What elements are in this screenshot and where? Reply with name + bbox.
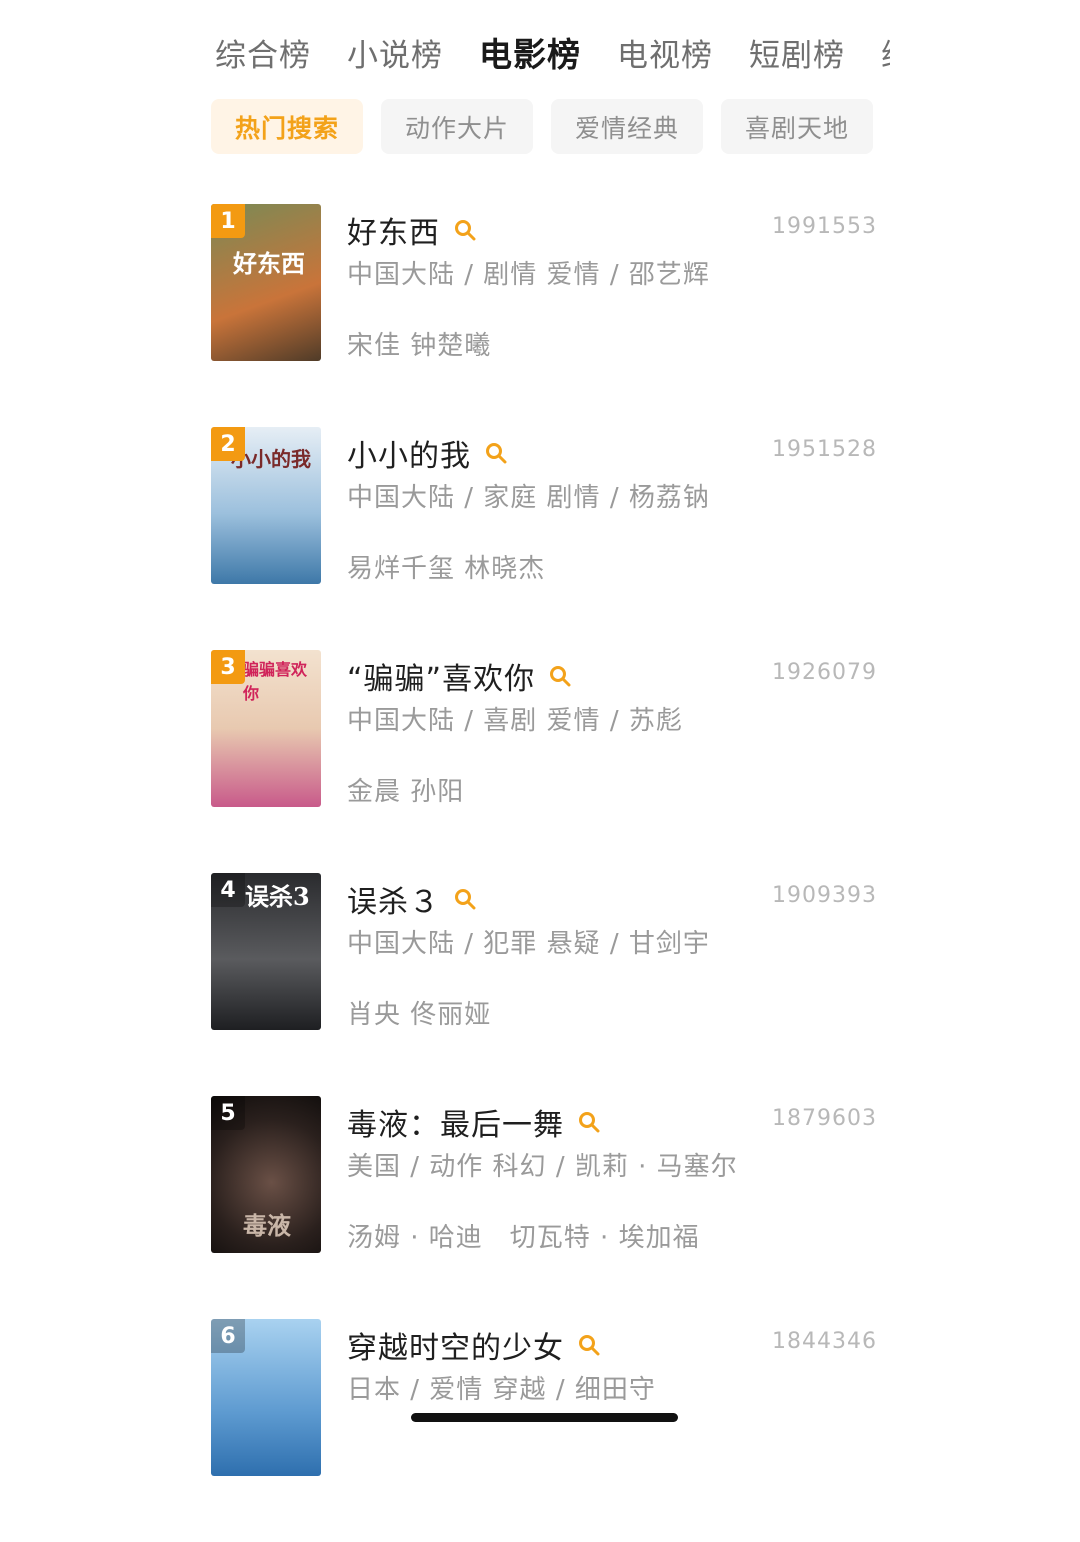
- rank-badge: 3: [211, 650, 245, 684]
- movie-poster[interactable]: 好东西 1: [211, 204, 321, 361]
- search-icon[interactable]: [485, 442, 507, 464]
- tab-movie[interactable]: 电影榜: [479, 28, 581, 76]
- movie-title-text: 小小的我: [347, 439, 471, 474]
- category-tabs: 综合榜 小说榜 电影榜 电视榜 短剧榜 综艺榜: [215, 24, 890, 80]
- movie-poster[interactable]: 骗骗喜欢你 3: [211, 650, 321, 807]
- movie-poster[interactable]: 6: [211, 1319, 321, 1476]
- search-icon[interactable]: [549, 665, 571, 687]
- poster-title-text: 毒液: [243, 1211, 291, 1240]
- list-item[interactable]: 误杀3 4 误杀３ 1909393 中国大陆 / 犯罪 悬疑 / 甘剑宇 肖央 …: [211, 873, 881, 1096]
- movie-title[interactable]: 小小的我: [347, 431, 507, 475]
- rank-badge: 4: [211, 873, 245, 907]
- list-item[interactable]: 毒液 5 毒液：最后一舞 1879603 美国 / 动作 科幻 / 凯莉 · 马…: [211, 1096, 881, 1319]
- home-indicator[interactable]: [411, 1413, 678, 1422]
- poster-title-text: 好东西: [233, 249, 305, 278]
- movie-title-text: 误杀３: [347, 885, 440, 920]
- movie-title[interactable]: 毒液：最后一舞: [347, 1100, 600, 1144]
- search-icon[interactable]: [454, 888, 476, 910]
- search-count: 1844346: [772, 1329, 877, 1354]
- movie-title-text: “骗骗”喜欢你: [347, 662, 536, 697]
- movie-title-text: 穿越时空的少女: [347, 1331, 564, 1366]
- movie-title-text: 毒液：最后一舞: [347, 1108, 564, 1143]
- movie-poster[interactable]: 毒液 5: [211, 1096, 321, 1253]
- chip-hot-search[interactable]: 热门搜索: [211, 99, 363, 154]
- movie-meta: 中国大陆 / 剧情 爱情 / 邵艺辉: [347, 260, 710, 290]
- movie-title-text: 好东西: [347, 216, 440, 251]
- rank-badge: 1: [211, 204, 245, 238]
- chip-comedy[interactable]: 喜剧天地: [721, 99, 873, 154]
- movie-actors: 肖央 佟丽娅: [347, 1000, 492, 1030]
- list-item[interactable]: 骗骗喜欢你 3 “骗骗”喜欢你 1926079 中国大陆 / 喜剧 爱情 / 苏…: [211, 650, 881, 873]
- movie-poster[interactable]: 误杀3 4: [211, 873, 321, 1030]
- movie-meta: 中国大陆 / 喜剧 爱情 / 苏彪: [347, 706, 683, 736]
- chip-romance[interactable]: 爱情经典: [551, 99, 703, 154]
- movie-title[interactable]: 好东西: [347, 208, 476, 252]
- movie-meta: 中国大陆 / 家庭 剧情 / 杨荔钠: [347, 483, 710, 513]
- search-count: 1926079: [772, 660, 877, 685]
- search-count: 1879603: [772, 1106, 877, 1131]
- movie-actors: 宋佳 钟楚曦: [347, 331, 492, 361]
- movie-actors: 易烊千玺 林晓杰: [347, 554, 546, 584]
- search-icon[interactable]: [454, 219, 476, 241]
- search-count: 1951528: [772, 437, 877, 462]
- list-item[interactable]: 小小的我 2 小小的我 1951528 中国大陆 / 家庭 剧情 / 杨荔钠 易…: [211, 427, 881, 650]
- movie-meta: 日本 / 爱情 穿越 / 细田守: [347, 1375, 656, 1405]
- movie-meta: 中国大陆 / 犯罪 悬疑 / 甘剑宇: [347, 929, 710, 959]
- search-count: 1909393: [772, 883, 877, 908]
- list-item[interactable]: 好东西 1 好东西 1991553 中国大陆 / 剧情 爱情 / 邵艺辉 宋佳 …: [211, 204, 881, 427]
- tab-novel[interactable]: 小说榜: [347, 30, 443, 75]
- rank-badge: 5: [211, 1096, 245, 1130]
- movie-poster[interactable]: 小小的我 2: [211, 427, 321, 584]
- tab-overall[interactable]: 综合榜: [215, 30, 311, 75]
- filter-chips: 热门搜索 动作大片 爱情经典 喜剧天地: [211, 99, 873, 154]
- tab-tv[interactable]: 电视榜: [617, 30, 713, 75]
- search-count: 1991553: [772, 214, 877, 239]
- movie-title[interactable]: 误杀３: [347, 877, 476, 921]
- tab-short-drama[interactable]: 短剧榜: [749, 30, 845, 75]
- list-item[interactable]: 6 穿越时空的少女 1844346 日本 / 爱情 穿越 / 细田守: [211, 1319, 881, 1542]
- poster-title-text: 骗骗喜欢你: [243, 660, 308, 703]
- poster-title-text: 误杀3: [245, 882, 310, 911]
- rank-badge: 6: [211, 1319, 245, 1353]
- movie-meta: 美国 / 动作 科幻 / 凯莉 · 马塞尔: [347, 1152, 738, 1182]
- search-icon[interactable]: [578, 1334, 600, 1356]
- chip-action[interactable]: 动作大片: [381, 99, 533, 154]
- movie-actors: 金晨 孙阳: [347, 777, 465, 807]
- tab-variety[interactable]: 综艺榜: [881, 30, 890, 75]
- rank-badge: 2: [211, 427, 245, 461]
- movie-title[interactable]: 穿越时空的少女: [347, 1323, 600, 1367]
- movie-actors: 汤姆 · 哈迪 切瓦特 · 埃加福: [347, 1223, 700, 1253]
- search-icon[interactable]: [578, 1111, 600, 1133]
- movie-title[interactable]: “骗骗”喜欢你: [347, 654, 571, 698]
- movie-ranking-list: 好东西 1 好东西 1991553 中国大陆 / 剧情 爱情 / 邵艺辉 宋佳 …: [211, 204, 881, 1542]
